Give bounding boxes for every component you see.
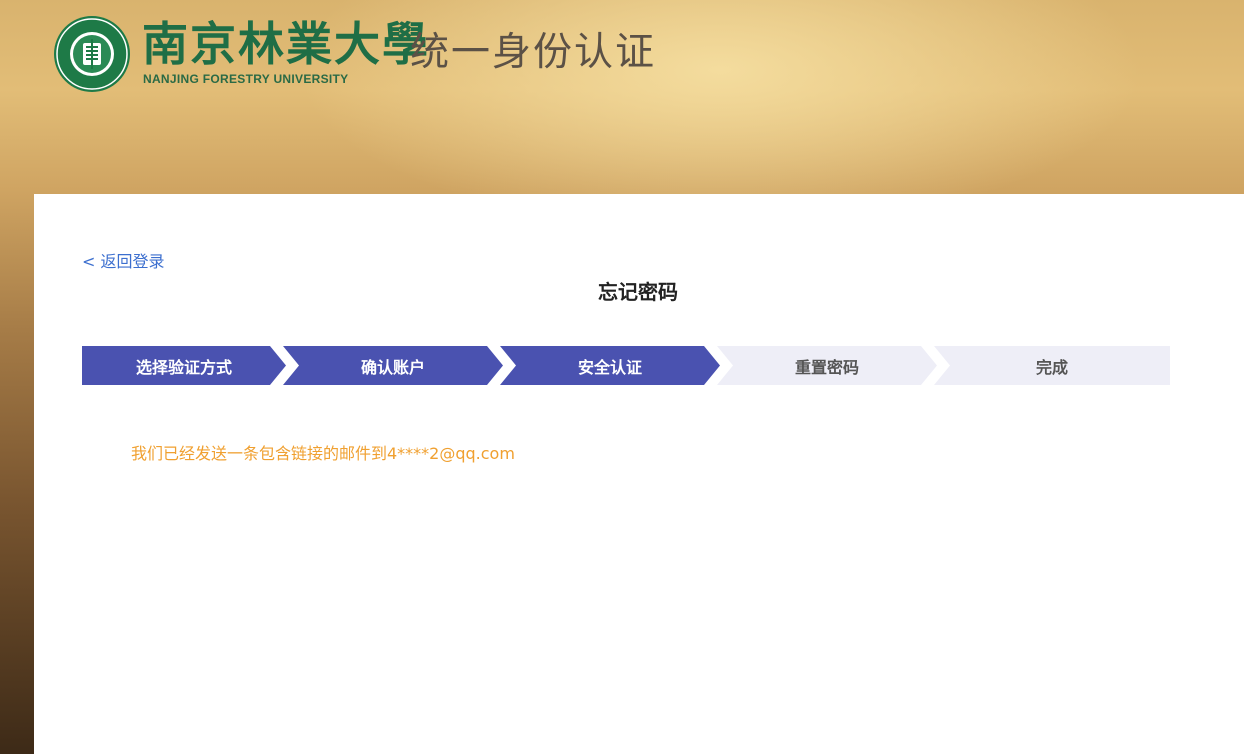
step-confirm-account: 确认账户 bbox=[283, 346, 503, 385]
system-title: 统一身份认证 bbox=[410, 30, 657, 75]
step-label: 安全认证 bbox=[577, 357, 642, 377]
step-select-method: 选择验证方式 bbox=[82, 346, 286, 385]
progress-steps: 选择验证方式 确认账户 安全认证 重置密码 完成 bbox=[82, 346, 1170, 385]
step-label: 选择验证方式 bbox=[135, 357, 232, 377]
university-name-en: NANJING FORESTRY UNIVERSITY bbox=[143, 72, 349, 86]
page-title: 忘记密码 bbox=[598, 280, 678, 304]
step-label: 完成 bbox=[1035, 357, 1068, 377]
step-reset-password: 重置密码 bbox=[717, 346, 937, 385]
content-panel: < 返回登录 忘记密码 选择验证方式 确认账户 安全认证 重置密码 完成 我们已… bbox=[34, 194, 1244, 754]
university-name-cn: 南京林業大學 bbox=[142, 17, 430, 71]
step-label: 重置密码 bbox=[794, 357, 859, 377]
university-seal-logo bbox=[54, 16, 130, 92]
step-complete: 完成 bbox=[934, 346, 1170, 385]
header-banner: 南京林業大學 NANJING FORESTRY UNIVERSITY 统一身份认… bbox=[0, 0, 1244, 194]
step-security-auth: 安全认证 bbox=[500, 346, 720, 385]
email-sent-message: 我们已经发送一条包含链接的邮件到4****2@qq.com bbox=[131, 444, 515, 463]
step-label: 确认账户 bbox=[360, 357, 425, 377]
back-to-login-link[interactable]: < 返回登录 bbox=[82, 248, 165, 272]
